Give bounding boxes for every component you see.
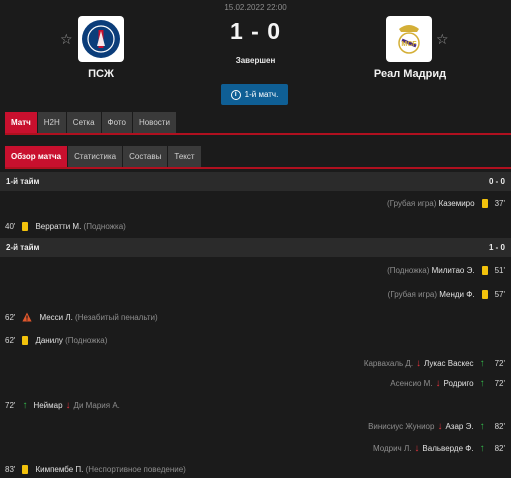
info-icon: i [230, 89, 241, 100]
yellow-card-icon [22, 335, 29, 345]
tabs-divider [5, 133, 511, 135]
sub-in-arrow-icon: ↑ [479, 357, 485, 369]
event-minute: 72' [5, 400, 16, 410]
sub-out-player[interactable]: Карвахаль Д. [364, 359, 413, 368]
tab-lineups[interactable]: Составы [123, 146, 168, 167]
event-row: (Грубая игра) Каземиро 37' [0, 196, 511, 210]
period-score: 1 - 0 [488, 243, 505, 252]
sub-in-player[interactable]: Лукас Васкес [424, 359, 474, 368]
event-minute: 51' [494, 265, 505, 275]
sub-in-player[interactable]: Родриго [444, 379, 474, 388]
tab-news[interactable]: Новости [132, 112, 176, 133]
substitution-row: Винисиус Жуниор ↓ Азар Э. ↑ 82' [0, 419, 511, 433]
event-row: 62' Месси Л. (Незабитый пенальти) [0, 310, 511, 324]
event-minute: 82' [494, 421, 505, 431]
yellow-card-icon [481, 198, 488, 208]
event-player[interactable]: Милитао Э. [432, 266, 475, 275]
event-note: (Грубая игра) [387, 198, 437, 208]
event-note: (Подножка) [387, 265, 430, 275]
sub-out-arrow-icon: ↓ [435, 377, 441, 389]
event-minute: 72' [494, 358, 505, 368]
event-minute: 37' [494, 198, 505, 208]
sub-out-arrow-icon: ↓ [65, 399, 71, 411]
tab-h2h[interactable]: H2H [37, 112, 66, 133]
substitution-row: 72' ↑ Неймар ↓ Ди Мария А. [0, 398, 511, 412]
event-player[interactable]: Верратти М. [35, 222, 81, 231]
event-minute: 82' [494, 443, 505, 453]
event-note: (Незабитый пенальти) [75, 312, 158, 322]
event-minute: 83' [5, 464, 16, 474]
sub-out-player[interactable]: Модрич Л. [373, 444, 411, 453]
sub-in-arrow-icon: ↑ [479, 420, 485, 432]
tab-match[interactable]: Матч [5, 112, 37, 133]
substitution-row: Карвахаль Д. ↓ Лукас Васкес ↑ 72' [0, 356, 511, 370]
event-minute: 57' [494, 289, 505, 299]
event-note: (Неспортивное поведение) [85, 464, 186, 474]
sub-in-arrow-icon: ↑ [479, 377, 485, 389]
event-minute: 62' [5, 312, 16, 322]
sub-out-player[interactable]: Асенсио М. [390, 379, 432, 388]
event-player[interactable]: Месси Л. [39, 313, 72, 322]
event-player[interactable]: Каземиро [439, 199, 475, 208]
event-row: 62' Данилу (Подножка) [0, 333, 511, 347]
main-tabs: Матч H2H Сетка Фото Новости [5, 112, 177, 133]
event-row: 83' Кимпембе П. (Неспортивное поведение) [0, 462, 511, 476]
svg-text:MCF: MCF [401, 41, 417, 48]
tab-photo[interactable]: Фото [101, 112, 132, 133]
period-score: 0 - 0 [488, 177, 505, 186]
tab-commentary[interactable]: Текст [168, 146, 201, 167]
event-player[interactable]: Данилу [35, 336, 62, 345]
event-player[interactable]: Менди Ф. [439, 290, 474, 299]
yellow-card-icon [481, 289, 488, 299]
match-header: 15.02.2022 22:00 ☆ ПСЖ 1 - 0 Завершен MC… [0, 0, 511, 108]
sub-in-player[interactable]: Азар Э. [445, 422, 473, 431]
subtabs-divider [5, 167, 511, 169]
match-datetime: 15.02.2022 22:00 [224, 3, 287, 12]
period-label: 2-й тайм [6, 243, 40, 252]
match-status: Завершен [235, 56, 276, 65]
tab-bracket[interactable]: Сетка [66, 112, 101, 133]
event-note: (Подножка) [65, 335, 108, 345]
favorite-away-star-icon[interactable]: ☆ [436, 32, 449, 46]
event-note: (Подножка) [83, 221, 126, 231]
real-madrid-crest-icon: MCF [398, 25, 420, 54]
substitution-row: Модрич Л. ↓ Вальверде Ф. ↑ 82' [0, 441, 511, 455]
period-header: 2-й тайм 1 - 0 [0, 238, 511, 257]
sub-out-arrow-icon: ↓ [416, 357, 422, 369]
sub-out-arrow-icon: ↓ [437, 420, 443, 432]
yellow-card-icon [22, 221, 29, 231]
event-minute: 40' [5, 221, 16, 231]
event-minute: 62' [5, 335, 16, 345]
sub-out-arrow-icon: ↓ [414, 442, 420, 454]
sub-out-player[interactable]: Винисиус Жуниор [368, 422, 434, 431]
sub-in-player[interactable]: Вальверде Ф. [422, 444, 473, 453]
period-header: 1-й тайм 0 - 0 [0, 172, 511, 191]
event-player[interactable]: Кимпембе П. [35, 465, 83, 474]
event-minute: 72' [494, 378, 505, 388]
match-score: 1 - 0 [229, 18, 282, 44]
yellow-card-icon [22, 464, 29, 474]
sub-in-arrow-icon: ↑ [479, 442, 485, 454]
event-row: 40' Верратти М. (Подножка) [0, 219, 511, 233]
match-info-label: 1-й матч. [244, 90, 279, 99]
substitution-row: Асенсио М. ↓ Родриго ↑ 72' [0, 376, 511, 390]
sub-out-player[interactable]: Ди Мария А. [74, 401, 120, 410]
sub-in-player[interactable]: Неймар [33, 401, 62, 410]
away-team-logo[interactable]: MCF [386, 16, 432, 62]
match-info-button[interactable]: i 1-й матч. [221, 84, 288, 105]
home-team-name[interactable]: ПСЖ [72, 68, 130, 80]
tab-statistics[interactable]: Статистика [68, 146, 123, 167]
period-label: 1-й тайм [6, 177, 40, 186]
sub-in-arrow-icon: ↑ [22, 399, 28, 411]
yellow-card-icon [481, 265, 488, 275]
event-row: (Подножка) Милитао Э. 51' [0, 263, 511, 277]
event-row: (Грубая игра) Менди Ф. 57' [0, 287, 511, 301]
event-note: (Грубая игра) [387, 289, 438, 299]
away-team-name[interactable]: Реал Мадрид [362, 68, 458, 80]
tab-summary[interactable]: Обзор матча [5, 146, 68, 167]
missed-penalty-warning-icon [22, 312, 33, 322]
sub-tabs: Обзор матча Статистика Составы Текст [5, 146, 202, 167]
